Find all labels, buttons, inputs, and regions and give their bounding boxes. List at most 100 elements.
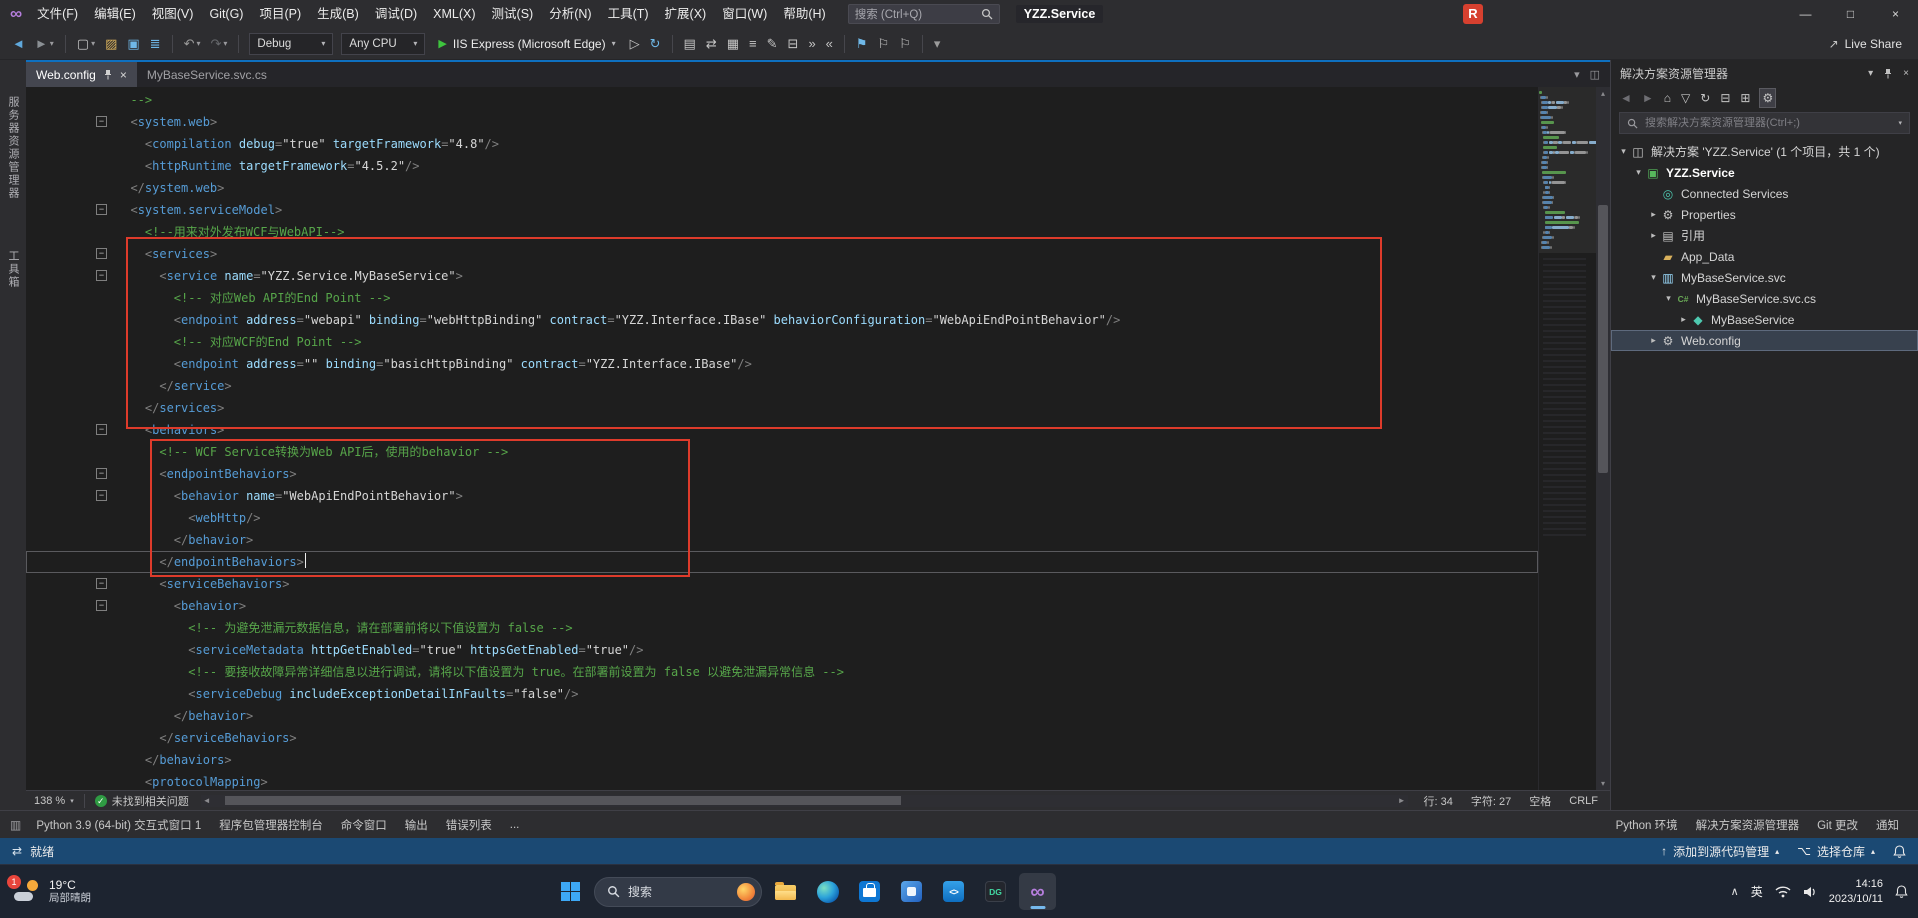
code-line[interactable]: <behavior> [26,595,1538,617]
minimize-button[interactable]: — [1783,0,1828,28]
visual-studio-icon[interactable]: ∞ [1019,873,1056,910]
menu-item[interactable]: 生成(B) [309,0,367,28]
code-editor[interactable]: --> <system.web> <compilation debug="tru… [26,87,1538,790]
format-document-icon[interactable]: ≡ [745,32,761,56]
open-file-icon[interactable]: ▨ [101,32,121,56]
menu-item[interactable]: 调试(D) [367,0,425,28]
scroll-left-icon[interactable]: ◄ [203,795,211,807]
fold-collapse-icon[interactable]: − [96,578,107,589]
code-line[interactable]: <endpoint address="" binding="basicHttpB… [26,353,1538,375]
sync-with-active-document-icon[interactable]: ⇄ [702,32,721,56]
code-line[interactable]: </services> [26,397,1538,419]
bookmark-toggle-icon[interactable]: ⚑ [852,32,872,56]
background-tasks-icon[interactable]: ⇄ [12,844,22,858]
tree-item-app-data[interactable]: ▰ App_Data [1611,246,1918,267]
active-files-dropdown-icon[interactable]: ▾ [1574,68,1580,81]
start-button[interactable] [552,873,589,910]
teams-icon[interactable] [893,873,930,910]
wifi-icon[interactable] [1775,885,1791,898]
chevron-right-icon[interactable]: ▸ [1647,335,1660,346]
code-line[interactable]: </behaviors> [26,749,1538,771]
menu-item[interactable]: 文件(F) [29,0,86,28]
fold-collapse-icon[interactable]: − [96,116,107,127]
scroll-right-icon[interactable]: ► [1398,795,1406,807]
r-app-icon[interactable]: R [1463,4,1483,24]
tab-mybaseservice-svc-cs[interactable]: MyBaseService.svc.cs [137,62,277,87]
clock[interactable]: 14:16 2023/10/11 [1829,877,1883,906]
horizontal-scrollbar-thumb[interactable] [224,796,901,805]
select-repository-button[interactable]: ⌥ 选择仓库 ▴ [1797,843,1875,860]
menu-item[interactable]: 编辑(E) [86,0,144,28]
se-filter-icon[interactable]: ▽ [1681,89,1690,107]
solution-configurations-combo[interactable]: Debug ▾ [249,32,334,55]
code-line[interactable]: <serviceBehaviors> [26,573,1538,595]
chevron-down-icon[interactable]: ▾ [1662,293,1675,304]
start-without-debugging-icon[interactable]: ▷ [626,32,644,56]
save-all-icon[interactable]: ≣ [146,32,165,56]
se-back-icon[interactable]: ◄ [1620,89,1632,107]
vscode-icon[interactable]: <> [935,873,972,910]
tab-close-icon[interactable]: × [120,69,127,81]
toolbar-options-icon[interactable]: ▾ [930,32,945,56]
fold-collapse-icon[interactable]: − [96,270,107,281]
chevron-down-icon[interactable]: ▾ [1617,146,1630,157]
navigate-forward-icon[interactable]: ► ▾ [31,32,58,56]
chevron-down-icon[interactable]: ▾ [1632,167,1645,178]
fold-collapse-icon[interactable]: − [96,424,107,435]
pin-icon[interactable] [103,69,113,80]
menu-item[interactable]: 帮助(H) [775,0,833,28]
code-line[interactable]: </serviceBehaviors> [26,727,1538,749]
menu-item[interactable]: 测试(S) [484,0,542,28]
code-line[interactable]: <!-- 为避免泄漏元数据信息，请在部署前将以下值设置为 false --> [26,617,1538,639]
minimap[interactable] [1538,87,1596,790]
notifications-bell-icon[interactable] [1893,844,1906,858]
tree-item-project-yzz-service[interactable]: ▾ ▣ YZZ.Service [1611,162,1918,183]
tree-item-connected-services[interactable]: ◎ Connected Services [1611,183,1918,204]
bookmark-next-icon[interactable]: ⚐ [895,32,915,56]
fold-collapse-icon[interactable]: − [96,204,107,215]
code-line[interactable]: <service name="YZZ.Service.MyBaseService… [26,265,1538,287]
file-explorer-icon[interactable] [767,873,804,910]
bottom-tab-error-list[interactable]: 错误列表 [437,817,501,833]
redo-icon[interactable]: ↷ ▾ [207,32,232,56]
panel-tab-python-environments[interactable]: Python 环境 [1607,817,1687,833]
panel-close-icon[interactable]: × [1903,68,1909,79]
fold-collapse-icon[interactable]: − [96,248,107,259]
ime-indicator[interactable]: 英 [1751,883,1763,900]
bottom-tab-command-window[interactable]: 命令窗口 [332,817,396,833]
bottom-tab-output[interactable]: 输出 [396,817,437,833]
comment-icon[interactable]: ✎ [763,32,782,56]
code-line[interactable]: <!-- 对应WCF的End Point --> [26,331,1538,353]
undo-icon[interactable]: ↶ ▾ [180,32,205,56]
code-line[interactable]: <compilation debug="true" targetFramewor… [26,133,1538,155]
se-collapse-all-icon[interactable]: ⊟ [1720,89,1730,107]
chevron-right-icon[interactable]: ▸ [1677,314,1690,325]
tray-overflow-icon[interactable]: ∧ [1731,885,1739,898]
code-line[interactable]: </endpointBehaviors> [26,551,1538,573]
menu-item[interactable]: Git(G) [201,0,251,28]
horizontal-scrollbar[interactable]: ◄ ► [200,794,1408,807]
bottom-tab-python-interactive[interactable]: Python 3.9 (64-bit) 交互式窗口 1 [27,817,210,833]
tree-item-properties[interactable]: ▸ ⚙ Properties [1611,204,1918,225]
datagrip-icon[interactable]: DG [977,873,1014,910]
toolbox-vertical-tab[interactable]: 工具箱 [5,250,21,289]
code-line[interactable]: <serviceMetadata httpGetEnabled="true" h… [26,639,1538,661]
panel-tab-notifications[interactable]: 通知 [1867,817,1908,833]
tree-item-web-config[interactable]: ▸ ⚙ Web.config [1611,330,1918,351]
code-line[interactable]: <webHttp/> [26,507,1538,529]
xml-schema-icon[interactable]: ▦ [723,32,743,56]
code-line[interactable]: --> [26,89,1538,111]
se-refresh-icon[interactable]: ↻ [1700,89,1710,107]
menu-item[interactable]: 扩展(X) [657,0,715,28]
code-line[interactable]: <!-- WCF Service转换为Web API后，使用的behavior … [26,441,1538,463]
refresh-icon[interactable]: ↻ [646,32,665,56]
code-line[interactable]: </service> [26,375,1538,397]
menu-item[interactable]: 项目(P) [251,0,309,28]
code-line[interactable]: </behavior> [26,705,1538,727]
menu-item[interactable]: 窗口(W) [714,0,775,28]
chevron-right-icon[interactable]: ▸ [1647,209,1660,220]
live-share-button[interactable]: ↗ Live Share [1829,37,1902,51]
tree-item-mybaseservice-svc[interactable]: ▾ ▥ MyBaseService.svc [1611,267,1918,288]
uncomment-icon[interactable]: ⊟ [784,32,803,56]
se-forward-icon[interactable]: ► [1642,89,1654,107]
